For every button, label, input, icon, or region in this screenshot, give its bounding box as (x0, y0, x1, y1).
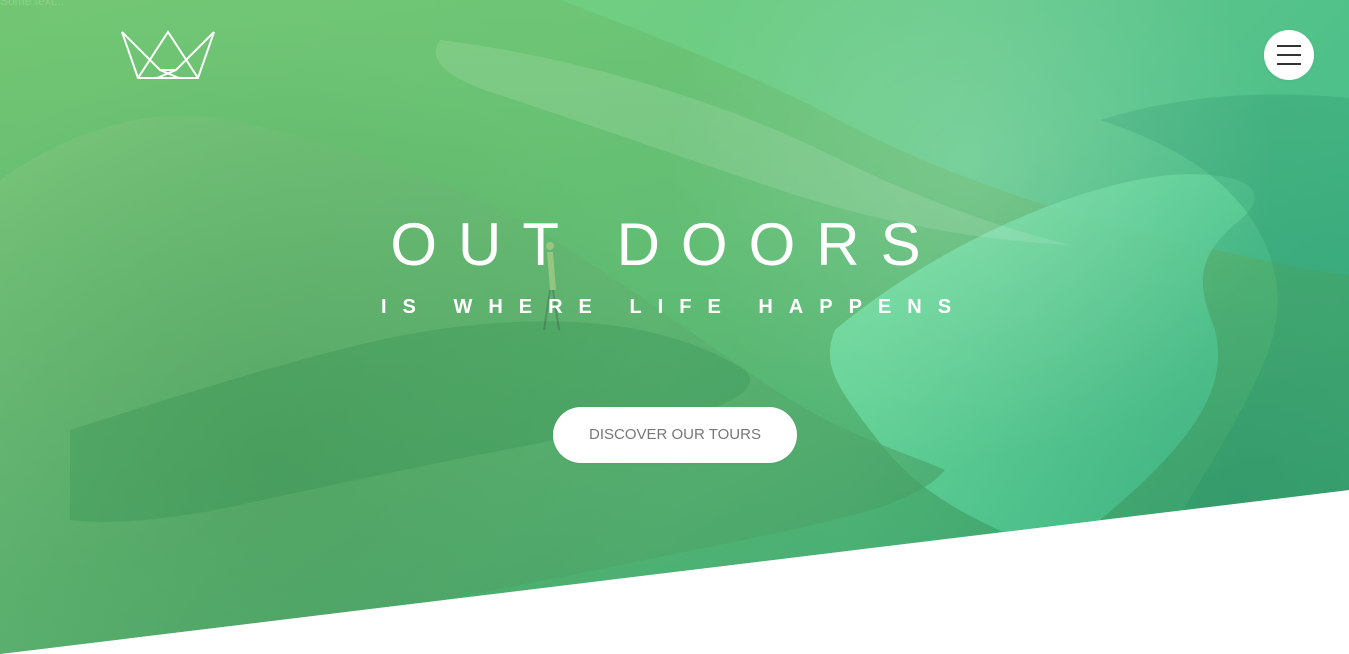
landing-page: Some text... OUT DOORS IS WHERE LIFE HAP… (0, 0, 1349, 654)
menu-button[interactable] (1264, 30, 1314, 80)
hamburger-menu-icon (1277, 63, 1301, 65)
discover-tours-button[interactable]: DISCOVER OUR TOURS (553, 407, 797, 463)
hero-subtitle: IS WHERE LIFE HAPPENS (381, 296, 968, 318)
crown-logo-icon[interactable] (120, 30, 216, 80)
corner-text: Some text... (0, 0, 65, 8)
hamburger-menu-icon (1277, 54, 1301, 56)
landscape-background (0, 0, 1349, 654)
hero-title: OUT DOORS (390, 211, 942, 278)
hamburger-menu-icon (1277, 45, 1301, 47)
hero-section: Some text... OUT DOORS IS WHERE LIFE HAP… (0, 0, 1349, 654)
